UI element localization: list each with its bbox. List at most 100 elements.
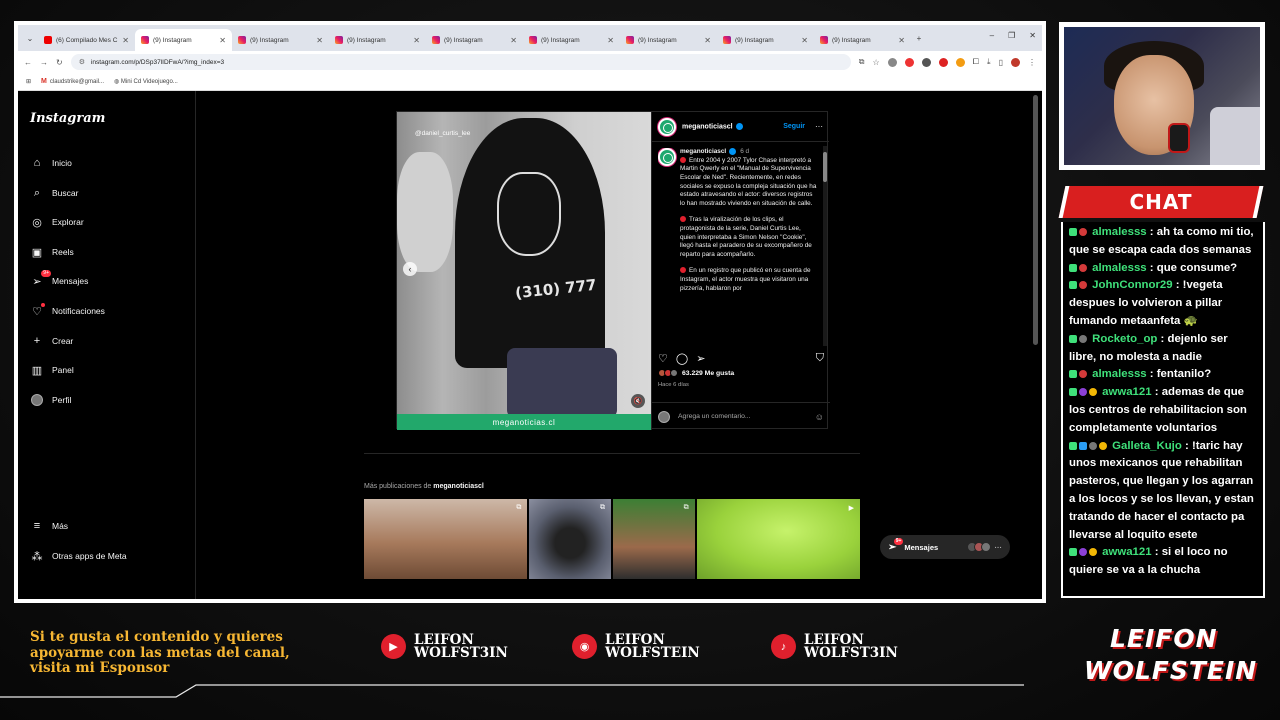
forward-icon[interactable]: → xyxy=(40,58,48,67)
chat-badge-icon xyxy=(1069,441,1077,450)
social-name-line2: WOLFSTEIN xyxy=(605,644,700,661)
reload-icon[interactable]: ↻ xyxy=(56,58,63,67)
browser-tab[interactable]: (9) Instagram ✕ xyxy=(329,29,426,51)
nav-item-explorar[interactable]: ◎ Explorar xyxy=(30,215,83,229)
save-bookmark-icon[interactable]: ⛉ xyxy=(816,352,824,365)
browser-tab[interactable]: (9) Instagram ✕ xyxy=(717,29,814,51)
comment-input[interactable]: Agrega un comentario... xyxy=(678,413,751,420)
more-post-thumbnail[interactable]: ⧉ xyxy=(613,499,695,579)
messages-floating-button[interactable]: ➢ 9+ Mensajes ··· xyxy=(880,535,1010,559)
more-post-thumbnail[interactable]: ⧉ xyxy=(529,499,611,579)
tab-close-icon[interactable]: ✕ xyxy=(510,36,517,45)
nav-item-mensajes[interactable]: ➢ 9+ Mensajes xyxy=(30,270,88,288)
browser-tab[interactable]: (9) Instagram ✕ xyxy=(620,29,717,51)
comment-icon[interactable]: ◯ xyxy=(676,352,688,365)
nav-item-crear[interactable]: + Crear xyxy=(30,334,73,348)
browser-tab[interactable]: (9) Instagram ✕ xyxy=(135,29,232,51)
share-icon[interactable]: ➢ xyxy=(696,352,705,365)
side-panel-icon[interactable]: ▯ xyxy=(999,58,1003,67)
compass-icon: ◎ xyxy=(32,216,42,229)
tab-close-icon[interactable]: ✕ xyxy=(704,36,711,45)
more-posts-prefix: Más publicaciones de xyxy=(364,483,434,490)
nav-item-reels[interactable]: ▣ Reels xyxy=(30,245,74,259)
back-icon[interactable]: ← xyxy=(24,58,32,67)
tab-close-icon[interactable]: ✕ xyxy=(122,36,129,45)
author-username[interactable]: meganoticiascl xyxy=(682,122,743,130)
nav-item-inicio[interactable]: ⌂ Inicio xyxy=(30,156,72,170)
social-name: LEIFON WOLFSTEIN xyxy=(605,633,700,661)
tab-close-icon[interactable]: ✕ xyxy=(607,36,614,45)
chat-username[interactable]: JohnConnor29 xyxy=(1092,279,1172,291)
like-heart-icon[interactable]: ♡ xyxy=(658,352,668,365)
caption-username[interactable]: meganoticiascl xyxy=(680,148,726,155)
download-icon[interactable]: ⤓ xyxy=(987,57,991,67)
profile-avatar-icon[interactable] xyxy=(1011,57,1020,67)
tab-close-icon[interactable]: ✕ xyxy=(898,36,905,45)
close-window-icon[interactable]: ✕ xyxy=(1029,31,1036,40)
nav-item-buscar[interactable]: ⌕ Buscar xyxy=(30,186,79,200)
address-bar[interactable]: ⚙ instagram.com/p/DSp37lIDFwA/?img_index… xyxy=(70,54,851,70)
chat-username[interactable]: awwa121 xyxy=(1102,386,1151,398)
restore-icon[interactable]: ❐ xyxy=(1008,31,1015,40)
extension-icon-5[interactable] xyxy=(955,57,965,67)
home-icon: ⌂ xyxy=(33,157,41,169)
chat-message: awwa121 : ademas de que los centros de r… xyxy=(1069,386,1247,434)
tab-close-icon[interactable]: ✕ xyxy=(316,36,323,45)
post-media[interactable]: (310) 777 @daniel_curtis_lee ‹ 🔇 meganot… xyxy=(397,112,651,430)
browser-tab[interactable]: (9) Instagram ✕ xyxy=(232,29,329,51)
carousel-prev-button[interactable]: ‹ xyxy=(403,262,417,276)
follow-button[interactable]: Seguir xyxy=(783,123,805,130)
caption-author-avatar[interactable] xyxy=(658,148,676,166)
browser-tab[interactable]: (9) Instagram ✕ xyxy=(426,29,523,51)
tab-close-icon[interactable]: ✕ xyxy=(413,36,420,45)
browser-tab[interactable]: (6) Compilado Mes C ✕ xyxy=(38,29,135,51)
instagram-logo[interactable]: Instagram xyxy=(30,111,105,126)
extension-icon-1[interactable] xyxy=(887,57,897,67)
chat-username[interactable]: almalesss xyxy=(1092,262,1146,274)
chat-username[interactable]: Galleta_Kujo xyxy=(1112,440,1182,452)
nav-item-meta-apps[interactable]: ⁂ Otras apps de Meta xyxy=(30,549,127,563)
chat-username[interactable]: almalesss xyxy=(1092,368,1146,380)
tab-close-icon[interactable]: ✕ xyxy=(801,36,808,45)
chat-username[interactable]: almalesss xyxy=(1092,226,1146,238)
page-scrollbar[interactable] xyxy=(1033,95,1038,345)
browser-tab[interactable]: (9) Instagram ✕ xyxy=(523,29,620,51)
caption-scrollbar-thumb[interactable] xyxy=(823,152,827,182)
emoji-icon[interactable]: ☺ xyxy=(815,412,824,422)
extensions-puzzle-icon[interactable]: ⧠ xyxy=(973,57,979,67)
bookmark-mini-cd[interactable]: ◍ Mini Cd Videojuego... xyxy=(114,78,178,85)
caption-scrollbar[interactable] xyxy=(823,146,827,346)
chat-username[interactable]: Rocketo_op xyxy=(1092,333,1157,345)
browser-menu-icon[interactable]: ⋮ xyxy=(1028,58,1036,67)
more-post-thumbnail[interactable]: ▶ xyxy=(696,499,860,579)
more-posts-username[interactable]: meganoticiascl xyxy=(433,483,484,490)
chat-badge-icon xyxy=(1079,370,1087,379)
more-options-icon[interactable]: ··· xyxy=(815,122,823,131)
tab-search-chevron-icon[interactable]: ⌄ xyxy=(22,34,38,43)
browser-tab[interactable]: (9) Instagram ✕ xyxy=(814,29,911,51)
apps-grid-icon[interactable]: ⊞ xyxy=(26,78,31,85)
extension-icon-3[interactable] xyxy=(921,57,931,67)
new-tab-button[interactable]: + xyxy=(911,34,927,43)
site-info-icon[interactable]: ⚙ xyxy=(79,58,85,66)
instagram-icon: ◉ xyxy=(572,634,597,659)
chat-username[interactable]: awwa121 xyxy=(1102,546,1151,558)
install-app-icon[interactable]: ⧉ xyxy=(859,57,865,67)
bookmark-star-icon[interactable]: ☆ xyxy=(872,58,879,67)
nav-item-perfil[interactable]: Perfil xyxy=(30,393,71,407)
social-youtube: ▶ LEIFON WOLFST3IN xyxy=(381,633,508,659)
likes-count[interactable]: 63.229 Me gusta xyxy=(658,369,734,377)
tab-close-icon[interactable]: ✕ xyxy=(219,36,226,45)
minimize-icon[interactable]: – xyxy=(990,31,994,40)
extension-icon-4[interactable] xyxy=(938,57,948,67)
promo-text: Si te gusta el contenido y quieres apoya… xyxy=(30,629,290,676)
extension-icon-2[interactable] xyxy=(904,57,914,67)
more-post-thumbnail[interactable]: ⧉ xyxy=(364,499,528,579)
nav-item-panel[interactable]: ▥ Panel xyxy=(30,363,74,377)
author-avatar[interactable] xyxy=(658,117,676,136)
bookmark-gmail[interactable]: Mclaudstrike@gmail... xyxy=(41,78,104,85)
plus-icon: + xyxy=(33,335,41,347)
mute-icon[interactable]: 🔇 xyxy=(631,394,645,408)
nav-item-more[interactable]: ≡ Más xyxy=(30,519,68,533)
nav-item-notificaciones[interactable]: ♡ Notificaciones xyxy=(30,303,105,318)
